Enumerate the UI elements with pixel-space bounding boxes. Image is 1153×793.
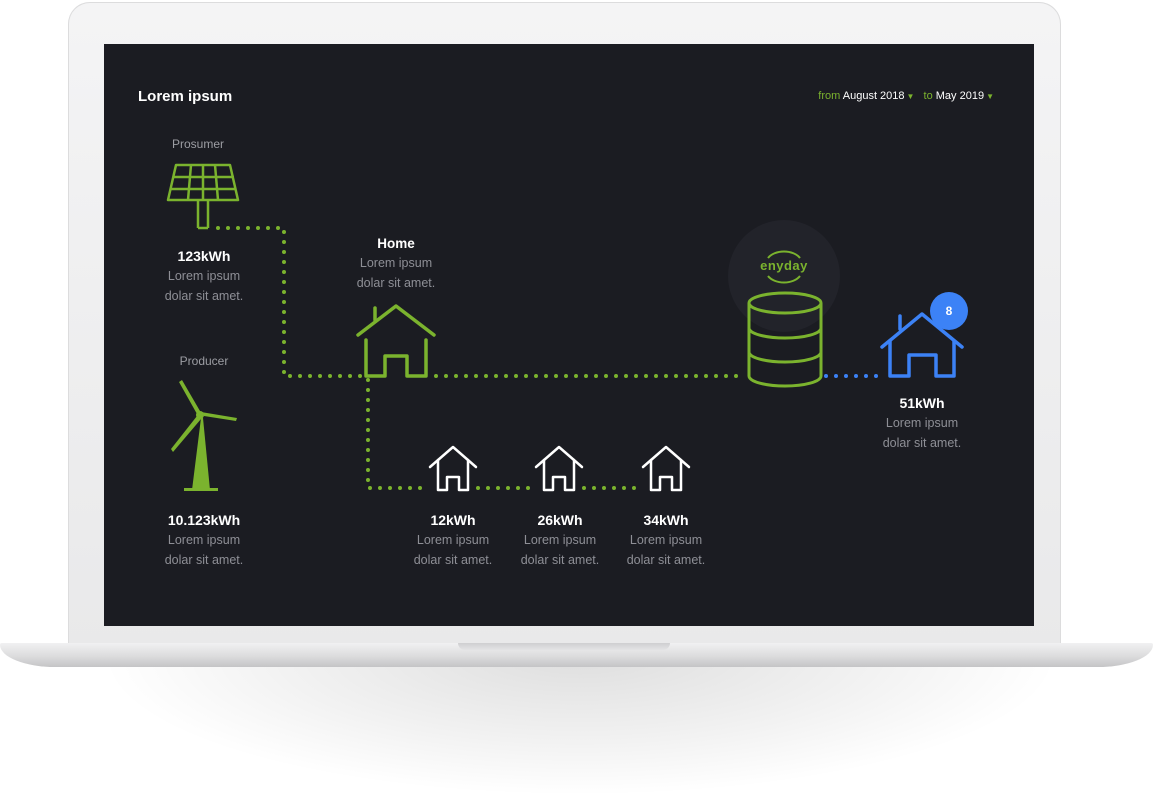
- notification-badge[interactable]: 8: [930, 292, 968, 330]
- house-icon: [641, 445, 691, 492]
- brand-backdrop: [728, 220, 840, 332]
- house-3-desc-1: Lorem ipsum: [629, 533, 703, 547]
- home-desc-2: dolar sit amet.: [356, 276, 436, 290]
- house-icon: [428, 445, 478, 492]
- producer-value: 10.123kWh: [167, 512, 241, 528]
- home-to-houses-connector: [366, 378, 429, 490]
- producer-info: 10.123kWh Lorem ipsum dolar sit amet.: [124, 512, 284, 570]
- home-desc-1: Lorem ipsum: [359, 256, 433, 270]
- home-name: Home: [377, 236, 415, 251]
- consumer-value: 51kWh: [899, 395, 945, 411]
- prosumer-value: 123kWh: [177, 248, 231, 264]
- producer-heading-block: Producer: [124, 354, 284, 368]
- brand-name: enyday: [760, 258, 808, 273]
- laptop-shadow: [110, 655, 1050, 793]
- consumer-info: 51kWh Lorem ipsum dolar sit amet.: [842, 395, 1002, 453]
- house-icon: [534, 445, 584, 492]
- prosumer-desc-2: dolar sit amet.: [164, 289, 244, 303]
- laptop-notch: [458, 643, 670, 650]
- producer-heading: Producer: [179, 354, 229, 368]
- dashboard-screen: Lorem ipsum from August 2018 ▼ to May 201…: [104, 44, 1034, 626]
- connector-lines: [216, 226, 742, 490]
- consumer-desc-2: dolar sit amet.: [882, 436, 962, 450]
- prosumer-heading: Prosumer: [171, 137, 224, 151]
- house-3-info: 34kWh Lorem ipsum dolar sit amet.: [586, 512, 746, 570]
- house-3-desc-2: dolar sit amet.: [626, 553, 706, 567]
- producer-desc-2: dolar sit amet.: [164, 553, 244, 567]
- house-3-value: 34kWh: [643, 512, 689, 528]
- prosumer-desc-1: Lorem ipsum: [167, 269, 241, 283]
- house-icon: [356, 304, 436, 378]
- home-info: Home Lorem ipsum dolar sit amet.: [316, 236, 476, 293]
- solar-panel-icon: [166, 163, 240, 230]
- prosumer-heading-block: Prosumer: [118, 137, 278, 151]
- prosumer-info: 123kWh Lorem ipsum dolar sit amet.: [124, 248, 284, 306]
- wind-turbine-icon: [171, 380, 237, 491]
- consumer-desc-1: Lorem ipsum: [885, 416, 959, 430]
- producer-desc-1: Lorem ipsum: [167, 533, 241, 547]
